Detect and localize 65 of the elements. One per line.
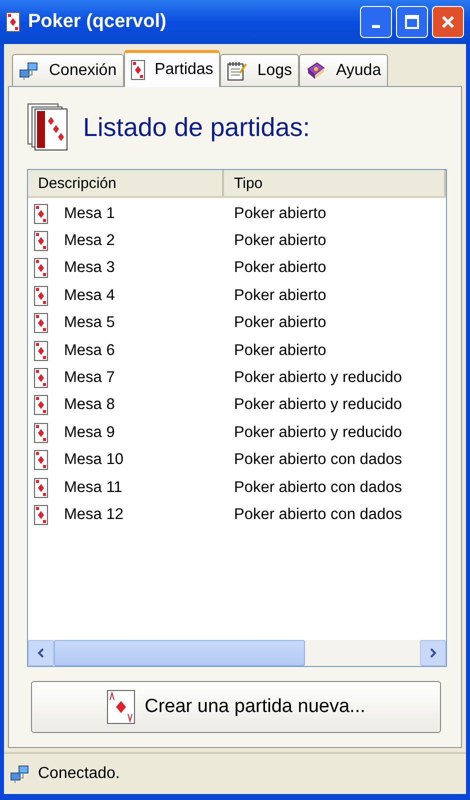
table-cell[interactable]: Mesa 7: [64, 369, 115, 388]
card-icon: [34, 504, 48, 525]
table-cell[interactable]: Poker abierto: [224, 259, 446, 278]
card-icon: [34, 231, 48, 252]
card-icon: [34, 204, 48, 224]
table-cell[interactable]: Mesa 4: [64, 286, 115, 305]
book-icon: [306, 60, 326, 80]
table-cell[interactable]: Poker abierto: [224, 232, 446, 250]
card-icon: [34, 478, 48, 498]
table-cell[interactable]: Mesa 9: [64, 424, 115, 442]
chevron-left-icon: [37, 648, 45, 658]
maximize-button[interactable]: [396, 6, 428, 38]
app-icon: [6, 12, 20, 32]
column-header[interactable]: Descripción: [28, 170, 224, 196]
table-cell[interactable]: Poker abierto: [224, 342, 446, 360]
tab[interactable]: Conexión: [12, 54, 124, 86]
card-icon: [34, 422, 48, 443]
column-header[interactable]: Tipo: [224, 170, 446, 196]
card-icon: [34, 395, 48, 416]
table-cell[interactable]: Mesa 5: [64, 314, 115, 332]
card-icon: [130, 60, 145, 80]
table-cell[interactable]: Mesa 6: [64, 342, 115, 360]
network-icon: [10, 764, 30, 784]
card-icon: [34, 368, 48, 388]
create-game-button[interactable]: Crear una partida nueva...: [31, 681, 441, 733]
tab[interactable]: Ayuda: [299, 54, 388, 86]
network-icon: [19, 60, 39, 80]
scroll-thumb[interactable]: [54, 640, 305, 666]
card-icon: [34, 258, 48, 278]
close-icon: [441, 15, 455, 29]
table-cell[interactable]: Poker abierto con dados: [224, 478, 446, 497]
table-cell[interactable]: Poker abierto y reducido: [224, 424, 446, 442]
table-cell[interactable]: Poker abierto: [224, 204, 446, 223]
card-icon: [106, 690, 135, 724]
table-cell[interactable]: Poker abierto: [224, 286, 446, 305]
table-cell[interactable]: Mesa 11: [64, 478, 122, 497]
card-icon: [34, 286, 48, 306]
status-text: Conectado.: [38, 765, 120, 783]
tab[interactable]: Partidas: [124, 50, 220, 87]
table-cell[interactable]: Mesa 10: [64, 451, 124, 470]
table-cell[interactable]: Poker abierto y reducido: [224, 369, 446, 388]
table-cell[interactable]: Poker abierto con dados: [224, 506, 446, 524]
table-cell[interactable]: Mesa 8: [64, 396, 115, 414]
scroll-right-button[interactable]: [420, 640, 446, 666]
section-heading: Listado de partidas:: [83, 112, 310, 142]
table-cell[interactable]: Mesa 12: [64, 506, 124, 524]
notepad-icon: [227, 60, 248, 80]
close-button[interactable]: [432, 6, 464, 38]
horizontal-scrollbar[interactable]: [28, 640, 446, 666]
card-icon: [34, 340, 48, 361]
tab[interactable]: Logs: [220, 54, 300, 86]
table-cell[interactable]: Poker abierto con dados: [224, 451, 446, 470]
card-icon: [34, 450, 48, 470]
scroll-left-button[interactable]: [28, 640, 54, 666]
table-cell[interactable]: Mesa 2: [64, 232, 115, 250]
card-icon: [34, 313, 48, 334]
maximize-icon: [405, 15, 419, 29]
window-title: Poker (qcervol): [28, 11, 168, 33]
minimize-button[interactable]: [360, 6, 392, 38]
chevron-right-icon: [429, 648, 437, 658]
table-cell[interactable]: Mesa 1: [64, 204, 115, 223]
minimize-icon: [372, 24, 380, 28]
table-cell[interactable]: Poker abierto y reducido: [224, 396, 446, 414]
table-cell[interactable]: Mesa 3: [64, 259, 115, 278]
table-cell[interactable]: Poker abierto: [224, 314, 446, 332]
